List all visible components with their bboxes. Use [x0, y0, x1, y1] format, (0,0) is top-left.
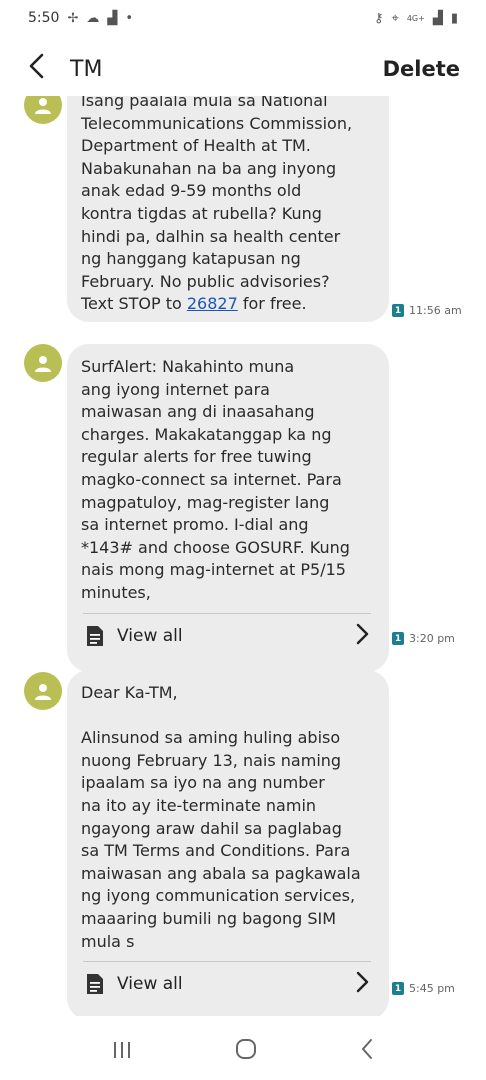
contact-avatar-icon[interactable] [24, 96, 62, 124]
short-code-link[interactable]: 26827 [187, 294, 238, 313]
message-bubble[interactable]: Dear Ka-TM, Alinsunod sa aming huling ab… [67, 670, 389, 1016]
key-icon: ⚷ [373, 10, 384, 26]
cloud-icon: ☁ [86, 10, 100, 26]
network-type-label: 4G+ [406, 13, 425, 23]
delete-button[interactable]: Delete [383, 57, 460, 81]
battery-icon: ▮ [450, 10, 458, 26]
sim-1-icon: 1 [392, 982, 404, 995]
message-list[interactable]: Isang paalala mula sa National Telecommu… [0, 96, 486, 1016]
home-icon[interactable] [235, 1038, 257, 1066]
back-arrow-icon[interactable] [26, 52, 56, 86]
contact-name: TM [70, 56, 103, 82]
chevron-right-icon [355, 622, 369, 650]
view-all-label: View all [117, 625, 183, 646]
status-time: 5:50 [28, 10, 60, 26]
contact-avatar-icon[interactable] [24, 672, 62, 710]
message-time: 1 5:45 pm [392, 982, 455, 995]
view-all-button[interactable]: View all [81, 614, 373, 658]
signal-icon: ▟ [107, 10, 118, 26]
sim-1-icon: 1 [392, 304, 404, 317]
message-time: 1 11:56 am [392, 304, 462, 317]
document-icon [87, 625, 103, 646]
chevron-right-icon [355, 970, 369, 998]
sim-1-icon: 1 [392, 632, 404, 645]
dot-icon: • [125, 10, 134, 26]
location-icon: ⌖ [391, 10, 399, 26]
message-time: 1 3:20 pm [392, 632, 455, 645]
message-text: Isang paalala mula sa National Telecommu… [81, 96, 353, 314]
status-bar: 5:50 ✢ ☁ ▟ • ⚷ ⌖ 4G+ ▟ ▮ [0, 0, 486, 36]
message-bubble[interactable]: SurfAlert: Nakahinto muna ang iyong inte… [67, 344, 389, 672]
cell-signal-icon: ▟ [432, 10, 443, 26]
view-all-button[interactable]: View all [81, 962, 373, 1006]
message-text: SurfAlert: Nakahinto muna ang iyong inte… [81, 357, 350, 602]
document-icon [87, 974, 103, 995]
back-icon[interactable] [360, 1038, 374, 1066]
view-all-label: View all [117, 974, 183, 995]
app-bar: TM Delete [0, 44, 486, 94]
message-bubble[interactable]: Isang paalala mula sa National Telecommu… [67, 96, 389, 322]
contact-avatar-icon[interactable] [24, 344, 62, 382]
pinwheel-icon: ✢ [67, 10, 79, 26]
navigation-bar [0, 1024, 486, 1080]
recent-apps-icon[interactable] [112, 1040, 132, 1065]
message-text: Dear Ka-TM, Alinsunod sa aming huling ab… [81, 683, 361, 951]
